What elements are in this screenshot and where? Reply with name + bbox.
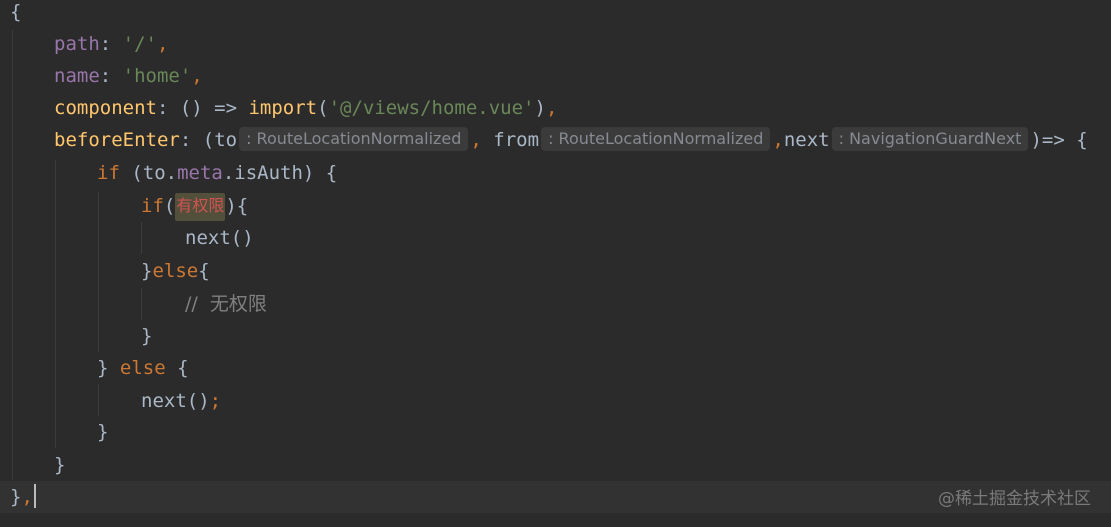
code-line-14[interactable]: } [97,416,108,448]
colon: : [99,33,123,55]
method-key: component [54,97,157,119]
next-call: next() [185,227,254,249]
indent-guide [98,192,99,352]
indent-guide [98,384,99,416]
code-line-6[interactable]: if (to.meta.isAuth) { [97,157,337,189]
code-line-7[interactable]: if(有权限){ [141,190,248,222]
code-line-16[interactable]: }, [10,481,36,513]
arrow-args: () => [179,97,249,119]
property-key: path [54,33,100,55]
arrow-tail: )=> { [1030,129,1088,151]
condition-suffix: .isAuth) { [222,162,338,184]
code-line-15[interactable]: } [54,449,65,481]
code-line-3[interactable]: name: 'home', [54,60,203,92]
comma: , [21,486,33,508]
text-caret [33,484,36,508]
close-brace: } [141,260,153,282]
comma: , [156,33,169,55]
code-line-10[interactable]: // 无权限 [185,288,267,320]
string-value: 'home' [122,65,192,87]
type-hint: : NavigationGuardNext [831,127,1029,151]
indent-guide [141,288,142,320]
string-value: '/' [122,33,157,55]
param-to: to [214,129,238,151]
open-brace: { [198,260,210,282]
code-line-5[interactable]: beforeEnter: (to: RouteLocationNormalize… [54,124,1088,156]
comma: , [191,65,203,87]
close-paren-brace: ){ [225,195,249,217]
param-next: next [783,129,830,151]
close-brace: } [54,454,66,476]
meta-property: meta [177,162,223,184]
string-value: '@/views/home.vue' [328,97,535,119]
method-key: beforeEnter [54,129,180,151]
colon: : [179,129,203,151]
condition-prefix: (to. [119,162,178,184]
code-line-13[interactable]: next(); [141,385,221,417]
comma: , [470,129,482,151]
indent-guide [55,160,56,448]
watermark: @稀土掘金技术社区 [938,489,1091,509]
code-line-1[interactable]: { [10,0,21,28]
code-line-8[interactable]: next() [185,222,254,254]
next-call: next() [141,390,210,412]
indent-guide [141,222,142,254]
code-line-2[interactable]: path: '/', [54,28,168,60]
close-paren: ) [534,97,546,119]
open-brace: { [10,1,22,23]
code-line-4[interactable]: component: () => import('@/views/home.vu… [54,92,557,124]
code-line-12[interactable]: } else { [97,352,189,384]
comment: // 无权限 [185,293,267,315]
close-brace: } [97,421,109,443]
else-keyword: else [119,357,166,379]
code-editor[interactable]: { path: '/', name: 'home', component: ()… [0,0,1111,527]
param-from: from [481,129,540,151]
type-hint: : RouteLocationNormalized [239,127,469,151]
colon: : [156,97,180,119]
close-brace: } [10,486,22,508]
open-paren: ( [202,129,215,151]
code-line-11[interactable]: } [141,320,152,352]
type-hint: : RouteLocationNormalized [541,127,771,151]
open-paren: ( [163,195,176,217]
property-key: name [54,65,100,87]
indent-guide [12,30,13,480]
function-name: import [248,97,318,119]
else-keyword: else [152,260,199,282]
open-brace: { [165,357,189,379]
close-brace: } [141,325,153,347]
close-brace: } [97,357,120,379]
if-keyword: if [97,162,120,184]
open-paren: ( [317,97,329,119]
comma: , [772,129,784,151]
comma: , [545,97,558,119]
if-keyword: if [141,195,164,217]
colon: : [99,65,123,87]
code-line-9[interactable]: }else{ [141,255,210,287]
semicolon: ; [209,390,222,412]
highlighted-placeholder: 有权限 [175,193,226,221]
